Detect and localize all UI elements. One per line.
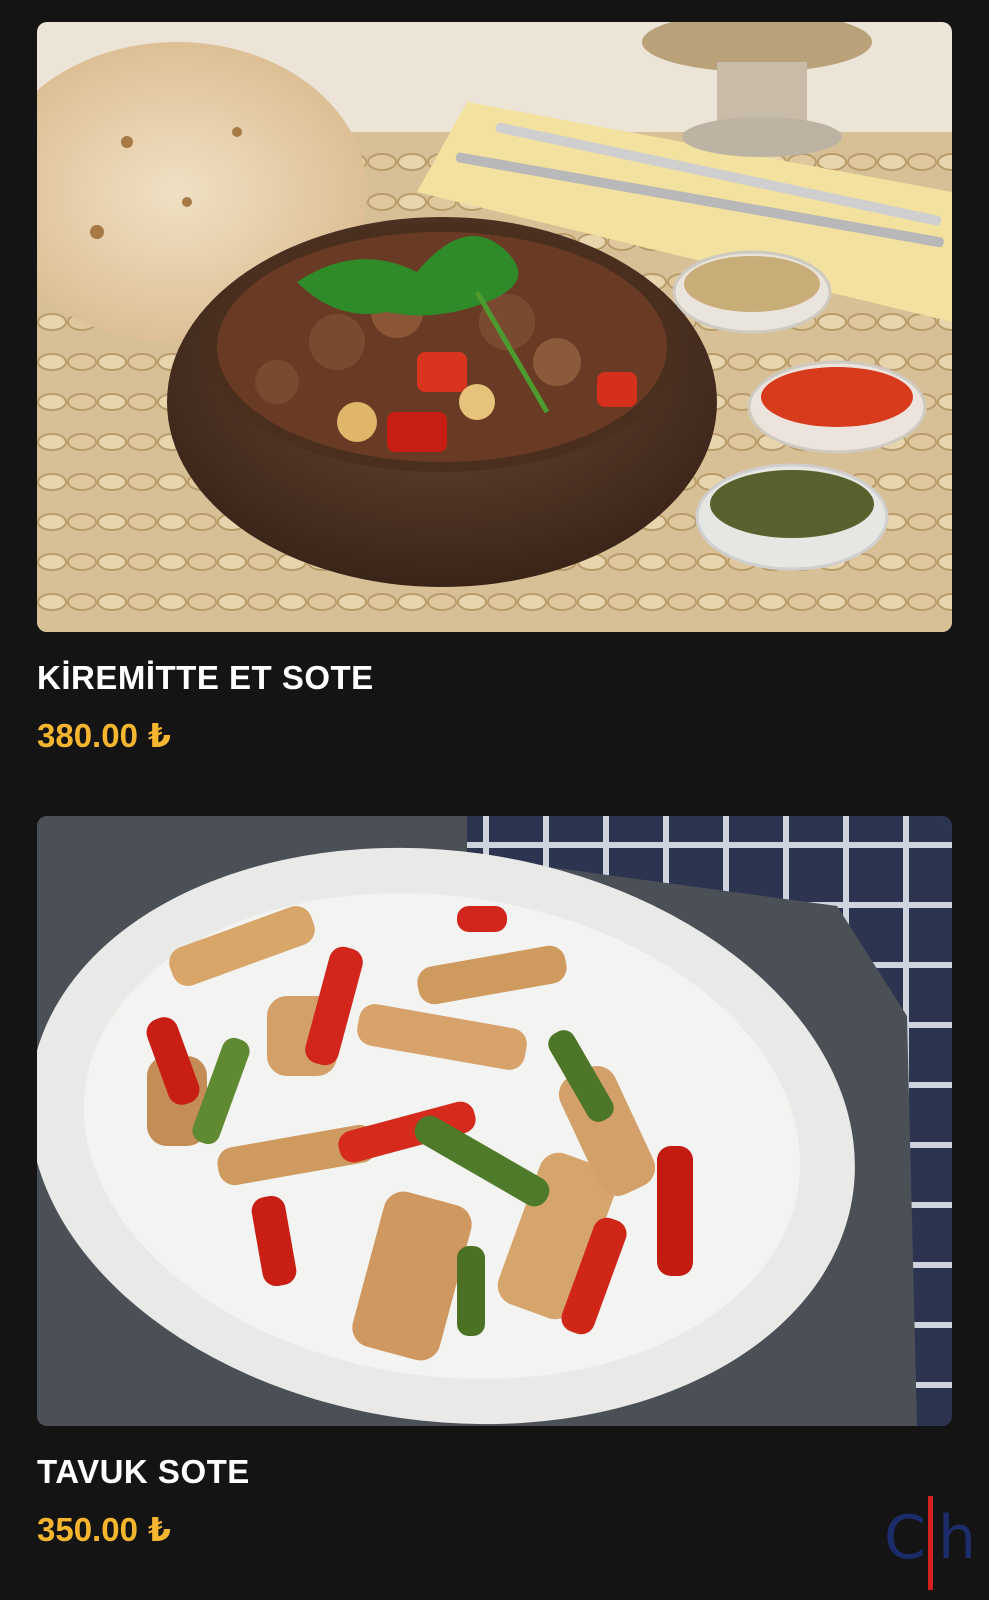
food-image[interactable] — [37, 816, 952, 1426]
brand-logo-icon: C h — [884, 1496, 980, 1592]
item-price: 350.00 ₺ — [37, 1510, 952, 1550]
currency-symbol: ₺ — [147, 717, 171, 754]
price-value: 380.00 — [37, 717, 138, 754]
currency-symbol: ₺ — [147, 1511, 171, 1548]
item-price: 380.00 ₺ — [37, 716, 952, 756]
meat-saute-clay-pot-photo — [37, 22, 952, 632]
item-name[interactable]: TAVUK SOTE — [37, 1452, 952, 1492]
chicken-saute-plate-photo — [37, 816, 952, 1426]
price-value: 350.00 — [37, 1511, 138, 1548]
logo-letter-c: C — [884, 1503, 926, 1573]
food-image[interactable] — [37, 22, 952, 632]
menu-item-card[interactable]: TAVUK SOTE 350.00 ₺ — [37, 816, 952, 1550]
logo-letter-h: h — [938, 1503, 977, 1573]
menu-item-card[interactable]: KİREMİTTE ET SOTE 380.00 ₺ — [37, 22, 952, 756]
menu-page: KİREMİTTE ET SOTE 380.00 ₺ TAVUK SOTE 35… — [0, 0, 989, 1600]
item-name[interactable]: KİREMİTTE ET SOTE — [37, 658, 952, 698]
logo-divider — [928, 1496, 933, 1590]
